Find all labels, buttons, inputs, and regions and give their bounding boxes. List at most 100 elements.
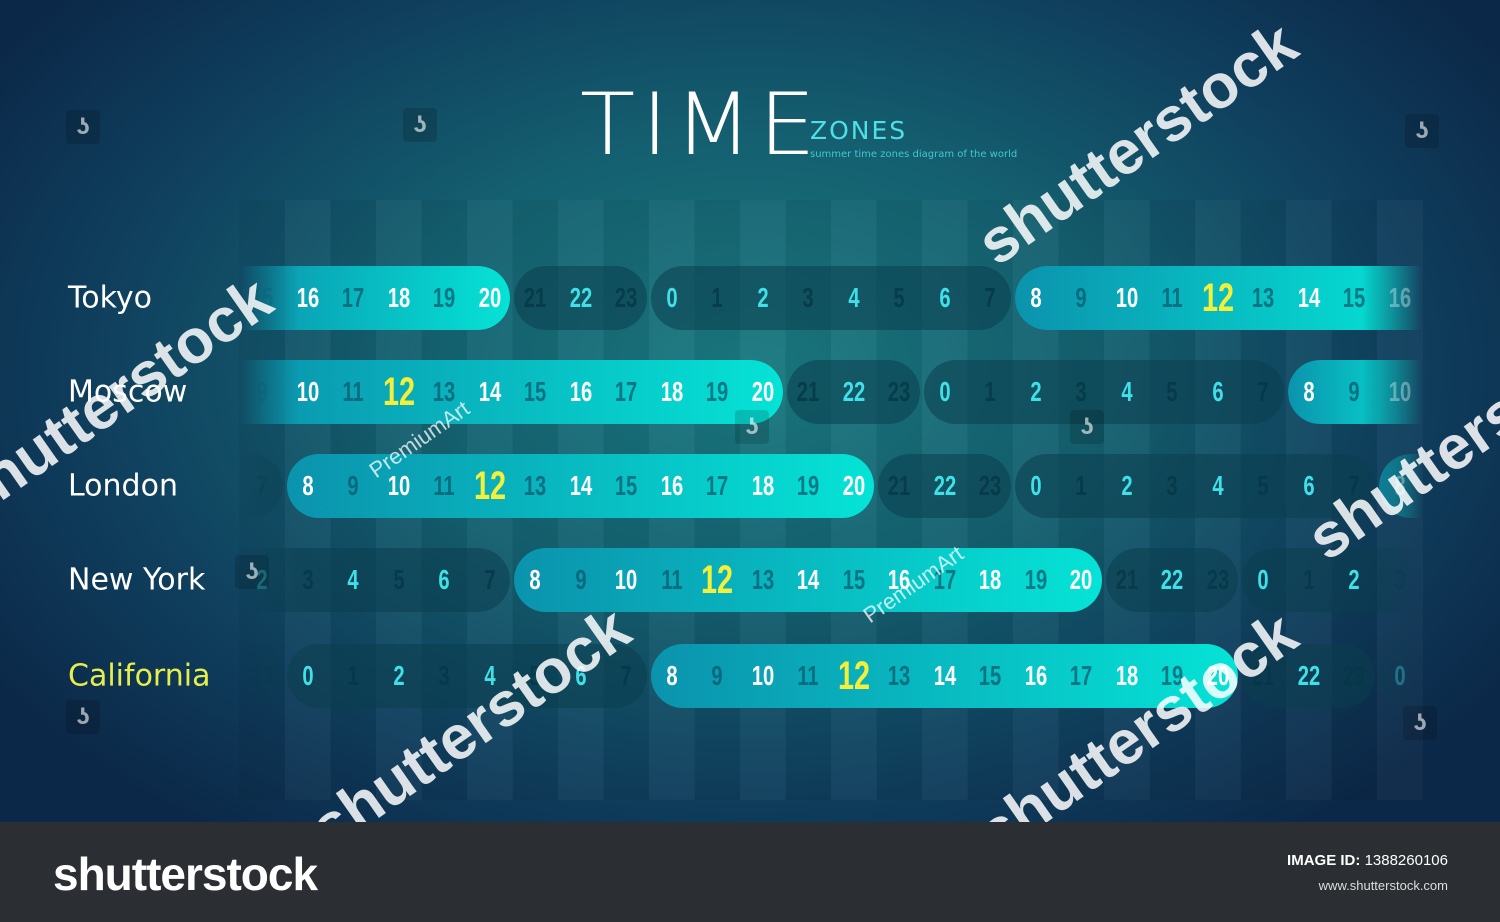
- hour-cell: 3: [301, 564, 314, 595]
- hour-cell: 21: [796, 376, 820, 407]
- hour-cell: 19: [796, 470, 820, 501]
- hour-cell: 12: [382, 370, 415, 414]
- hour-cell: 2: [1029, 376, 1042, 407]
- hour-cell: 17: [1069, 660, 1093, 691]
- hour-cell: 19: [432, 282, 456, 313]
- website-link[interactable]: www.shutterstock.com: [1319, 878, 1448, 893]
- hour-cell: 19: [705, 376, 729, 407]
- hour-cell: 12: [700, 558, 734, 602]
- hour-cell: 20: [478, 282, 501, 313]
- shutterstock-logo-icon: ʖ: [1405, 114, 1439, 148]
- hour-cell: 20: [842, 470, 865, 501]
- hour-cell: 1: [711, 282, 723, 313]
- hour-cell: 12: [1201, 276, 1234, 320]
- hour-cell: 16: [569, 376, 592, 407]
- hour-cell: 16: [660, 470, 683, 501]
- hour-cell: 13: [887, 660, 911, 691]
- hour-cell: 12: [473, 464, 506, 508]
- hour-cell: 1: [1302, 564, 1315, 595]
- hour-cell: 14: [478, 376, 501, 407]
- image-id: IMAGE ID: 1388260106: [1287, 852, 1448, 869]
- shutterstock-logo-icon: ʖ: [403, 108, 437, 142]
- hour-cell: 5: [392, 564, 405, 595]
- hour-cell: 23: [978, 470, 1002, 501]
- hour-cell: 0: [665, 282, 678, 313]
- hour-cell: 18: [1115, 660, 1138, 691]
- hour-cell: 4: [1120, 376, 1133, 407]
- hour-cell: 23: [250, 660, 274, 691]
- hour-cell: 1: [984, 376, 996, 407]
- hour-cell: 9: [1348, 376, 1360, 407]
- hour-cell: 10: [296, 376, 319, 407]
- hour-cell: 18: [751, 470, 774, 501]
- hour-cell: 15: [523, 376, 547, 407]
- hour-cell: 2: [392, 660, 405, 691]
- hour-cell: 9: [347, 470, 359, 501]
- hour-cell: 3: [1075, 376, 1087, 407]
- city-label: New York: [68, 562, 206, 598]
- hour-cell: 18: [978, 564, 1002, 595]
- hour-cell: 9: [1075, 282, 1087, 313]
- hour-cell: 10: [751, 660, 774, 691]
- hour-cell: 6: [938, 282, 951, 313]
- hour-cell: 20: [1069, 564, 1093, 595]
- hour-cell: 3: [802, 282, 814, 313]
- hour-cell: 8: [1302, 376, 1315, 407]
- hour-cell: 15: [842, 564, 865, 595]
- hour-cell: 15: [614, 470, 638, 501]
- hour-cell: 1: [347, 660, 359, 691]
- hour-cell: 3: [1166, 470, 1178, 501]
- hour-cell: 23: [1342, 660, 1366, 691]
- hour-cell: 2: [1120, 470, 1133, 501]
- hour-cell: 16: [296, 282, 319, 313]
- image-id-value: 1388260106: [1364, 852, 1448, 869]
- hour-cell: 6: [1211, 376, 1224, 407]
- hour-cell: 17: [705, 470, 729, 501]
- hour-cell: 4: [1211, 470, 1224, 501]
- hour-cell: 14: [796, 564, 820, 595]
- hour-cell: 11: [797, 660, 819, 691]
- city-label: California: [68, 658, 211, 694]
- hour-cell: 19: [1024, 564, 1047, 595]
- hour-cell: 10: [1115, 282, 1138, 313]
- hour-cell: 16: [1388, 282, 1411, 313]
- hour-cell: 22: [569, 282, 592, 313]
- hour-cell: 5: [893, 282, 905, 313]
- hour-cell: 2: [756, 282, 769, 313]
- hour-cell: 8: [301, 470, 314, 501]
- hour-cell: 11: [660, 564, 683, 595]
- hour-cell: 3: [1393, 564, 1406, 595]
- hour-cell: 7: [483, 564, 496, 595]
- city-label: Tokyo: [68, 280, 152, 316]
- hour-cell: 18: [387, 282, 410, 313]
- hour-cell: 20: [751, 376, 774, 407]
- footer-bar: shutterstock IMAGE ID: 1388260106 www.sh…: [0, 822, 1500, 922]
- subtitle: summer time zones diagram of the world: [810, 149, 1018, 160]
- hour-cell: 7: [984, 282, 996, 313]
- shutterstock-logo-icon: ʖ: [1070, 410, 1104, 444]
- hour-cell: 0: [938, 376, 951, 407]
- hour-cell: 11: [342, 376, 364, 407]
- hour-cell: 21: [523, 282, 547, 313]
- hour-cell: 9: [711, 660, 723, 691]
- hour-cell: 13: [523, 470, 547, 501]
- hour-cell: 9: [574, 564, 587, 595]
- hour-cell: 8: [665, 660, 678, 691]
- city-label: London: [68, 468, 178, 504]
- shutterstock-logo-icon: ʖ: [235, 555, 269, 589]
- hour-cell: 3: [438, 660, 450, 691]
- hour-cell: 16: [1024, 660, 1047, 691]
- hour-cell: 4: [347, 564, 359, 595]
- hour-cell: 22: [1297, 660, 1320, 691]
- hour-cell: 5: [1257, 470, 1269, 501]
- hour-cell: 10: [614, 564, 638, 595]
- hour-cell: 23: [1206, 564, 1229, 595]
- hour-cell: 9: [256, 376, 268, 407]
- hour-cell: 22: [842, 376, 865, 407]
- hour-cell: 23: [614, 282, 638, 313]
- title: TIME: [580, 75, 822, 175]
- hour-cell: 17: [614, 376, 638, 407]
- hour-cell: 0: [1029, 470, 1042, 501]
- hour-cell: 8: [1029, 282, 1042, 313]
- hour-cell: 4: [847, 282, 860, 313]
